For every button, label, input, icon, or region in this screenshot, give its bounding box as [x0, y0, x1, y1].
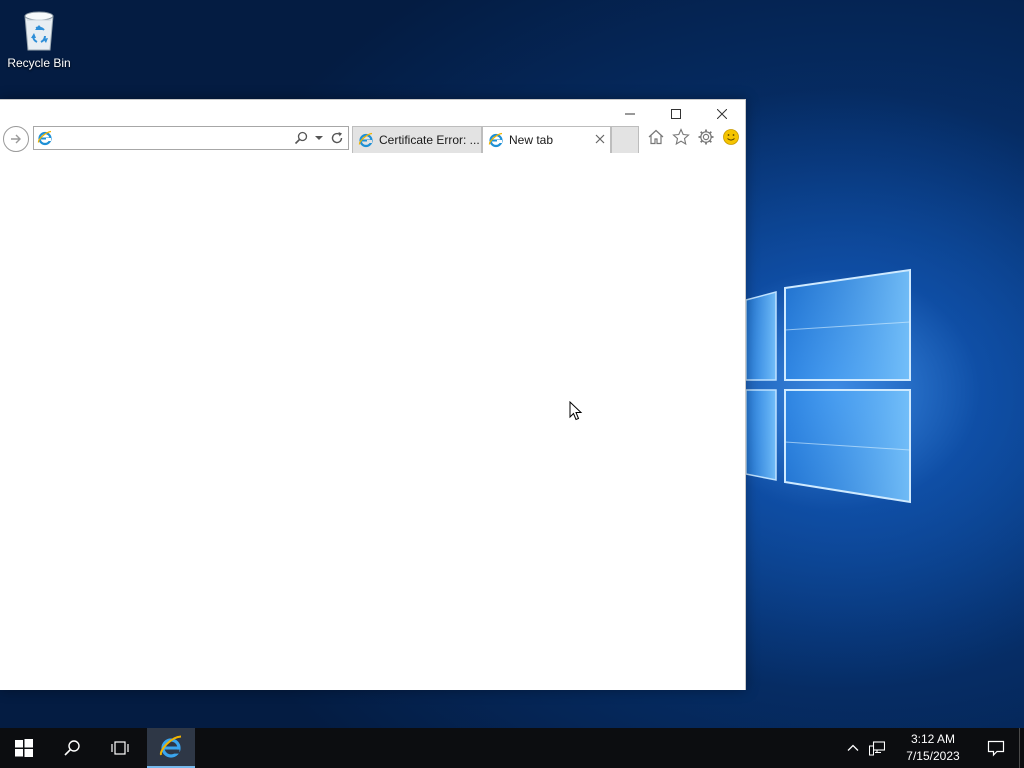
clock-time: 3:12 AM [910, 732, 956, 746]
caption-buttons [607, 100, 745, 128]
tab-label: New tab [509, 133, 554, 147]
start-button[interactable] [0, 728, 48, 768]
ie-icon [37, 130, 52, 146]
system-tray: 3:12 AM 7/15/2023 [841, 728, 1024, 768]
home-icon [648, 129, 663, 144]
chevron-up-icon [847, 744, 859, 751]
tab-label: Certificate Error: ... [379, 133, 480, 147]
clock-date: 7/15/2023 [906, 749, 960, 763]
feedback-button[interactable] [721, 127, 740, 146]
close-button[interactable] [699, 100, 745, 128]
maximize-button[interactable] [653, 100, 699, 128]
minimize-icon [625, 113, 635, 115]
tab-new-tab[interactable]: New tab [482, 126, 611, 153]
recycle-bin-icon [24, 11, 54, 51]
minimize-button[interactable] [607, 100, 653, 128]
page-content-area[interactable] [0, 156, 745, 690]
chevron-down-icon [315, 136, 323, 140]
desktop-icon-label: Recycle Bin [7, 56, 71, 70]
taskbar-clock[interactable]: 3:12 AM 7/15/2023 [893, 728, 973, 768]
address-tools [294, 131, 344, 145]
refresh-button[interactable] [330, 131, 344, 145]
ie-icon [488, 132, 503, 148]
taskbar-internet-explorer[interactable] [147, 728, 195, 768]
ie-window: Certificate Error: ... New tab [0, 99, 746, 690]
show-desktop-button[interactable] [1019, 728, 1024, 768]
maximize-icon [671, 109, 681, 119]
windows-wallpaper-logo [745, 268, 911, 504]
settings-gear-icon [698, 129, 713, 144]
windows-start-icon [15, 739, 33, 757]
action-center-button[interactable] [973, 728, 1019, 768]
tools-button[interactable] [696, 127, 715, 146]
command-icons [646, 127, 740, 146]
tab-certificate-error[interactable]: Certificate Error: ... [352, 126, 482, 153]
network-button[interactable] [865, 728, 889, 768]
show-hidden-icons-button[interactable] [841, 728, 865, 768]
address-bar[interactable] [33, 126, 349, 150]
taskbar: 3:12 AM 7/15/2023 [0, 728, 1024, 768]
desktop-icon-recycle-bin[interactable]: Recycle Bin [4, 6, 74, 78]
feedback-smiley-icon [722, 128, 739, 145]
network-icon [869, 741, 885, 756]
new-tab-button[interactable] [611, 126, 639, 153]
tab-close-icon[interactable] [595, 134, 605, 144]
task-view-icon [111, 741, 129, 755]
close-icon [717, 109, 727, 119]
navigation-bar: Certificate Error: ... New tab [0, 126, 746, 154]
address-input[interactable] [56, 129, 292, 147]
search-icon [294, 131, 308, 145]
internet-explorer-icon [159, 735, 182, 758]
search-button[interactable] [294, 131, 308, 145]
mouse-cursor-icon [569, 401, 583, 421]
search-icon [64, 740, 80, 756]
task-view-button[interactable] [96, 728, 144, 768]
favorites-button[interactable] [671, 127, 690, 146]
ie-icon [358, 132, 373, 148]
favorites-star-icon [671, 127, 690, 145]
forward-button[interactable] [3, 126, 29, 152]
home-button[interactable] [646, 127, 665, 146]
address-dropdown-button[interactable] [312, 131, 326, 145]
search-button[interactable] [48, 728, 96, 768]
notification-icon [987, 740, 1005, 757]
arrow-right-icon [11, 134, 21, 144]
refresh-icon [331, 132, 343, 144]
